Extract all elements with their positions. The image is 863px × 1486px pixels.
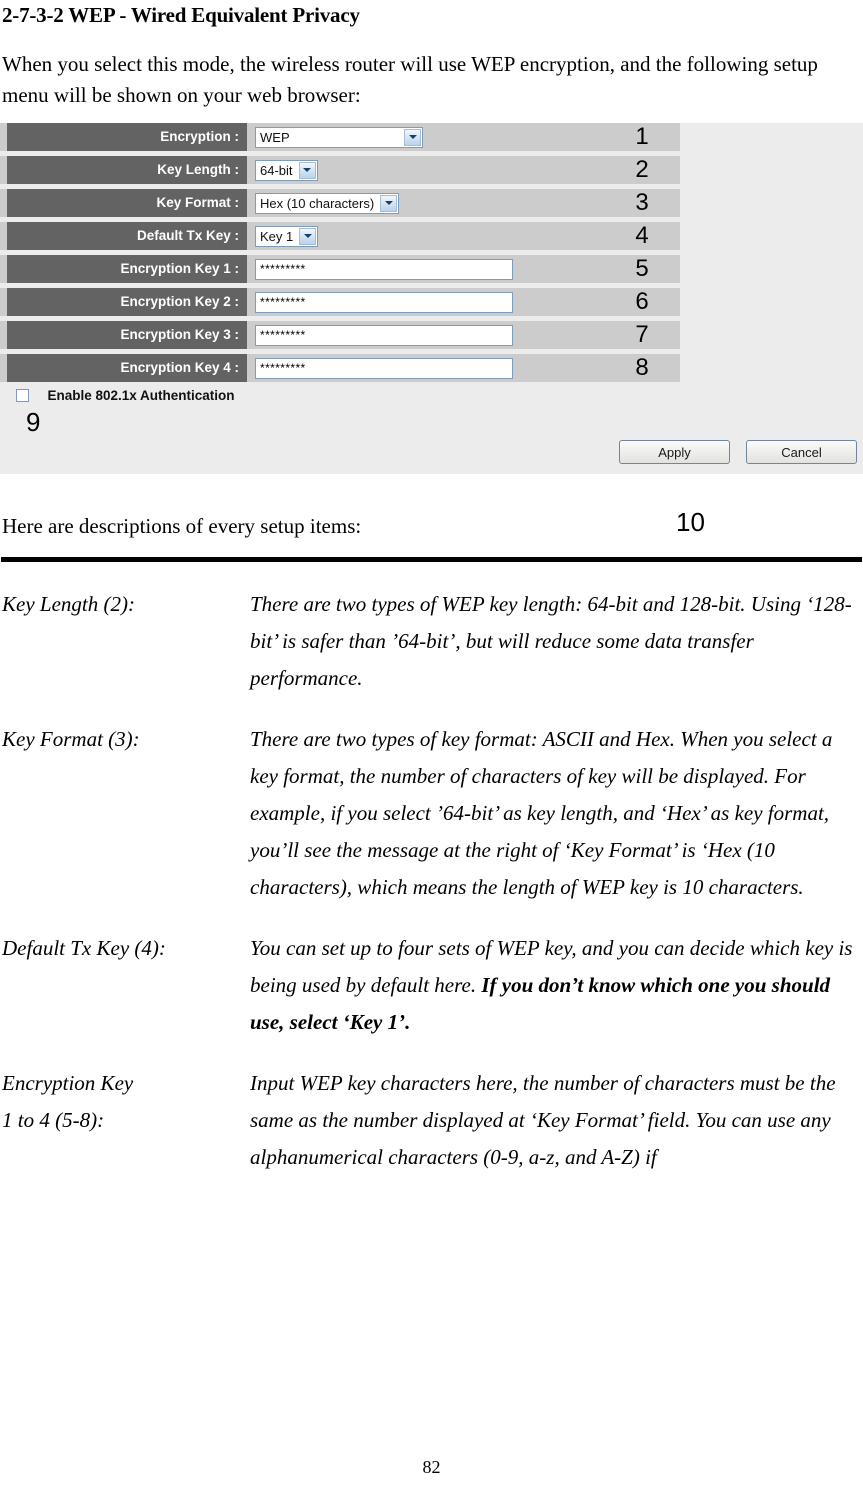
description-term: Default Tx Key (4): — [2, 936, 166, 960]
settings-row: Encryption Key 4 : ********* 8 — [0, 354, 863, 382]
row-control: 64-bit — [255, 158, 318, 182]
row-label: Encryption : — [7, 123, 247, 151]
settings-row: Encryption Key 2 : ********* 6 — [0, 288, 863, 316]
description-term: Key Format (3): — [2, 727, 140, 751]
dropdown-select[interactable]: Key 1 — [255, 225, 319, 247]
button-bar: Apply Cancel — [619, 440, 857, 464]
encryption-key-input[interactable]: ********* — [255, 258, 513, 280]
row-control: WEP — [255, 125, 423, 149]
callout-number: 1 — [635, 123, 649, 150]
description-item: Encryption Key 1 to 4 (5-8): Input WEP ke… — [0, 1065, 863, 1176]
callout-10: 10 — [676, 507, 705, 537]
descriptions-lead-in: Here are descriptions of every setup ite… — [2, 514, 362, 538]
callout-number: 5 — [635, 255, 649, 282]
row-label: Encryption Key 2 : — [7, 288, 247, 316]
encryption-key-input[interactable]: ********* — [255, 291, 513, 313]
section-divider — [1, 557, 862, 562]
enable-8021x-row[interactable]: Enable 802.1x Authentication 9 — [0, 387, 863, 437]
intro-paragraph: When you select this mode, the wireless … — [2, 52, 818, 107]
enable-8021x-label: Enable 802.1x Authentication — [47, 388, 235, 404]
callout-number: 2 — [635, 156, 649, 183]
encryption-key-input[interactable]: ********* — [255, 324, 513, 346]
settings-row: Key Format : Hex (10 characters) 3 — [0, 189, 863, 217]
row-label: Key Length : — [7, 156, 247, 184]
row-control: Hex (10 characters) — [255, 191, 400, 215]
row-label: Encryption Key 4 : — [7, 354, 247, 382]
description-body-text: Input WEP key characters here, the numbe… — [250, 1071, 836, 1169]
dropdown-value: Hex (10 characters) — [260, 195, 375, 211]
row-label: Encryption Key 3 : — [7, 321, 247, 349]
callout-number: 7 — [635, 321, 649, 348]
row-label: Default Tx Key : — [7, 222, 247, 250]
encryption-key-input[interactable]: ********* — [255, 357, 513, 379]
row-control: Key 1 — [255, 224, 319, 248]
description-item: Default Tx Key (4): You can set up to fou… — [0, 930, 863, 1041]
row-control: ********* — [255, 290, 513, 314]
chevron-down-icon[interactable] — [380, 194, 398, 212]
chevron-down-icon[interactable] — [404, 128, 421, 146]
description-body: There are two types of WEP key length: 6… — [250, 586, 863, 697]
callout-9: 9 — [26, 407, 41, 437]
settings-row: Key Length : 64-bit 2 — [0, 156, 863, 184]
dropdown-value: Key 1 — [260, 228, 294, 244]
chevron-down-icon[interactable] — [298, 161, 316, 179]
settings-row: Default Tx Key : Key 1 4 — [0, 222, 863, 250]
description-body-text: There are two types of key format: ASCII… — [250, 727, 833, 899]
dropdown-select[interactable]: 64-bit — [255, 159, 318, 181]
settings-row: Encryption : WEP 1 — [0, 123, 863, 151]
settings-row: Encryption Key 3 : ********* 7 — [0, 321, 863, 349]
settings-row: Encryption Key 1 : ********* 5 — [0, 255, 863, 283]
callout-number: 6 — [635, 288, 649, 315]
description-item: Key Length (2): There are two types of WE… — [0, 586, 863, 697]
row-label: Key Format : — [7, 189, 247, 217]
page-title: 2-7-3-2 WEP - Wired Equivalent Privacy — [2, 3, 360, 27]
cancel-button[interactable]: Cancel — [746, 440, 857, 464]
dropdown-select[interactable]: WEP — [255, 126, 423, 148]
apply-button[interactable]: Apply — [619, 440, 730, 464]
description-body: You can set up to four sets of WEP key, … — [250, 930, 863, 1041]
description-body: Input WEP key characters here, the numbe… — [250, 1065, 863, 1176]
row-control: ********* — [255, 257, 513, 281]
callout-number: 3 — [635, 189, 649, 216]
descriptions-list: Key Length (2): There are two types of WE… — [0, 586, 863, 1176]
settings-form: Encryption : WEP 1 Key Length : 64-bit 2 Key F… — [0, 123, 863, 382]
callout-number: 4 — [635, 222, 649, 249]
description-term: Key Length (2): — [2, 592, 135, 616]
description-term: Encryption Key 1 to 4 (5-8): — [2, 1071, 134, 1132]
callout-number: 8 — [635, 354, 649, 381]
description-item: Key Format (3): There are two types of ke… — [0, 721, 863, 906]
dropdown-value: WEP — [260, 129, 290, 145]
row-control: ********* — [255, 356, 513, 380]
row-label: Encryption Key 1 : — [7, 255, 247, 283]
dropdown-value: 64-bit — [260, 162, 293, 178]
description-body-text: There are two types of WEP key length: 6… — [250, 592, 852, 690]
enable-8021x-checkbox[interactable] — [16, 389, 29, 403]
chevron-down-icon[interactable] — [299, 227, 317, 245]
dropdown-select[interactable]: Hex (10 characters) — [255, 192, 400, 214]
description-body: There are two types of key format: ASCII… — [250, 721, 863, 906]
row-control: ********* — [255, 323, 513, 347]
router-setup-screenshot: Encryption : WEP 1 Key Length : 64-bit 2 Key F… — [0, 123, 863, 474]
page-number: 82 — [422, 1457, 441, 1477]
